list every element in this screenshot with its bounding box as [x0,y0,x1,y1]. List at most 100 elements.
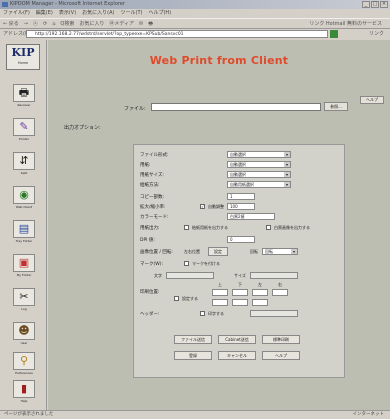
stamp-bottom-input[interactable] [232,289,248,296]
stamp-left-input-2[interactable] [252,299,268,306]
favorites-button[interactable]: お気に入り [79,19,104,28]
sidebar-item-printer[interactable]: ✎ Printer [12,118,36,144]
auto-scale-label: 自動調整 [208,204,224,209]
help-button[interactable]: ヘルプ [360,96,384,104]
position-sub-label: 左右位置 [184,249,200,254]
dpi-label: DPI 値: [140,238,155,243]
file-send-button[interactable]: ファイル送信 [174,335,212,344]
internet-zone: インターネット [352,412,385,417]
browse-button[interactable]: 参照... [324,102,348,111]
mail-button[interactable]: ✉ [139,19,143,28]
title-bar: KIPDOM Manager - Microsoft Internet Expl… [0,0,390,9]
color-mode-input[interactable]: 白黒2値 [227,213,275,220]
stamp-label: 印刷位置: [140,290,160,295]
stamp-col-left: 左 [258,282,262,287]
stamp-checkbox[interactable] [174,296,179,301]
sidebar-item-tray-folder[interactable]: ▤ Tray Folder [12,220,36,246]
cabinet-send-button[interactable]: Cabinet送信 [218,335,256,344]
sidebar-item-log[interactable]: ✂ Log [12,288,36,314]
stamp-col-top: 上 [218,282,222,287]
copies-input[interactable]: 1 [227,193,255,200]
go-icon[interactable] [330,30,338,38]
links-label[interactable]: リンク [369,29,384,39]
address-input[interactable]: http://192.168.2.77/wdstrd/servlet/?op_t… [26,30,328,38]
ie-icon [2,2,8,7]
kip-sidebar: KIP Home 🖶 Receiver ✎ Printer ⇵ Split ◉ Web … [0,40,47,410]
maximize-button[interactable]: □ [371,1,379,8]
paper-size-select[interactable]: 自動選択 [227,171,291,178]
close-button[interactable]: × [380,1,388,8]
form-help-button[interactable]: ヘルプ [262,351,300,360]
back-button[interactable]: ← 戻る [3,19,19,28]
stamp-bottom-input-2[interactable] [232,299,248,306]
stamp-col-bottom: 下 [238,282,242,287]
address-bar: アドレス(D) http://192.168.2.77/wdstrd/servl… [0,29,390,39]
minimize-button[interactable]: _ [362,1,370,8]
paper-size-label: 用紙サイズ: [140,173,164,178]
file-format-select[interactable]: 自動選択 [227,151,291,158]
rotate-select[interactable]: 回転 [262,248,298,255]
kip-logo-button[interactable]: KIP Home [6,44,40,70]
sidebar-item-receiver[interactable]: 🖶 Receiver [12,84,36,110]
output-opt2-label: 白黒画像を出力する [274,225,310,230]
sidebar-item-split[interactable]: ⇵ Split [12,152,36,178]
sidebar-item-preferences[interactable]: ⚲ Preferences [12,352,36,378]
file-label: ファイル: [124,106,146,112]
menu-file[interactable]: ファイル(F) [3,9,30,18]
output-opt2-checkbox[interactable] [266,225,271,230]
stamp-check-label: 設定する [182,296,198,301]
output-opt1-checkbox[interactable] [184,225,189,230]
menu-edit[interactable]: 編集(E) [36,9,53,18]
window-title: KIPDOM Manager - Microsoft Internet Expl… [10,1,125,7]
sidebar-item-my-folder[interactable]: ▣ My Folder [12,254,36,280]
feed-method-select[interactable]: 自動用紙選択 [227,181,291,188]
stamp-top-input-2[interactable] [212,299,228,306]
browser-toolbar: ← 戻る → ⓧ ⟳ ⌂ Q検索 お気に入り Ⓜメディア ✉ 🖶 リンク Hot… [0,18,390,29]
file-input[interactable] [151,103,321,111]
cancel-button[interactable]: キャンセル [218,351,256,360]
standard-print-button[interactable]: 標準印刷 [262,335,300,344]
register-button[interactable]: 登録 [174,351,212,360]
stop-button[interactable]: ⓧ [33,19,38,28]
copies-label: コピー部数: [140,195,165,200]
home-button[interactable]: ⌂ [52,19,55,28]
output-options-label: 出力オプション: [64,125,101,131]
dpi-input[interactable]: 0 [227,236,255,243]
sidebar-item-help[interactable]: ▮ Help [12,380,36,406]
menu-tools[interactable]: ツール(T) [121,9,143,18]
output-opt1-label: 給紙用紙を出力する [192,225,228,230]
menu-help[interactable]: ヘルプ(H) [148,9,171,18]
header-input[interactable] [250,310,298,317]
menu-bar: ファイル(F) 編集(E) 表示(V) お気に入り(A) ツール(T) ヘルプ(… [0,9,390,18]
header-checkbox[interactable] [200,311,205,316]
home-label: Home [17,61,29,65]
watermark-checkbox[interactable] [184,261,189,266]
auto-scale-checkbox[interactable]: ✓ [200,204,205,209]
search-button[interactable]: Q検索 [60,19,74,28]
menu-view[interactable]: 表示(V) [59,9,76,18]
printer-icon: 🖶 [13,84,35,102]
feed-method-label: 給紙方法: [140,183,160,188]
media-select[interactable]: 自動選択 [227,161,291,168]
forward-button[interactable]: → [24,19,28,28]
search-icon: ⚲ [13,352,35,370]
print-button[interactable]: 🖶 [148,19,153,28]
stamp-col-right: 右 [278,282,282,287]
sidebar-item-web-client[interactable]: ◉ Web Client [12,186,36,212]
browser-window: KIPDOM Manager - Microsoft Internet Expl… [0,0,390,419]
sidebar-item-user[interactable]: ☻ User [12,322,36,348]
globe-icon: ◉ [13,186,35,204]
scale-input[interactable]: 100 [227,203,255,210]
watermark-check-label: マークを付ける [192,261,220,266]
status-bar: ページが表示されました インターネット [0,410,390,419]
stamp-top-input[interactable] [212,289,228,296]
wm-text-input[interactable] [166,272,214,279]
position-set-button[interactable]: 設定 [208,247,228,256]
wm-size-input[interactable] [250,272,298,279]
menu-favorites[interactable]: お気に入り(A) [82,9,114,18]
stamp-right-input[interactable] [272,289,288,296]
refresh-button[interactable]: ⟳ [43,19,47,28]
options-panel: ファイル形式: 自動選択 用紙: 自動選択 用紙サイズ: 自動選択 給紙方法: … [133,144,345,378]
stamp-left-input[interactable] [252,289,268,296]
media-button[interactable]: Ⓜメディア [109,19,134,28]
